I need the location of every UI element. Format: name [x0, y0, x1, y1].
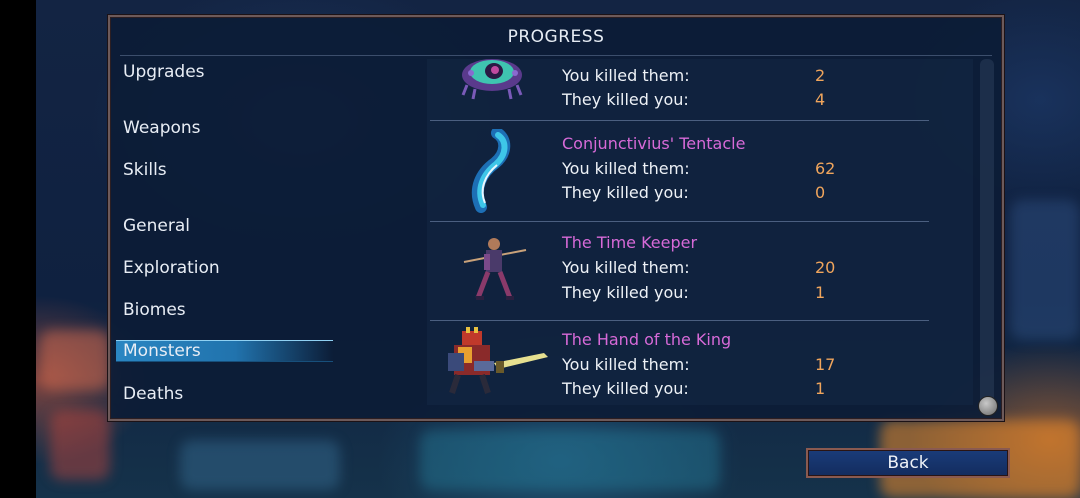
killed-label: You killed them: — [562, 159, 690, 178]
list-item: You killed them: 2 They killed you: 4 — [432, 59, 930, 117]
menu-item-upgrades[interactable]: Upgrades — [122, 62, 205, 82]
died-label: They killed you: — [562, 283, 689, 302]
killed-value: 17 — [815, 355, 836, 374]
title-divider — [120, 55, 992, 56]
menu-item-exploration[interactable]: Exploration — [122, 258, 220, 278]
scrollbar-knob[interactable] — [978, 396, 998, 416]
scrollbar-track[interactable] — [980, 59, 994, 409]
died-value: 1 — [815, 379, 826, 398]
time-keeper-icon — [463, 238, 527, 300]
killed-label: You killed them: — [562, 355, 690, 374]
died-value: 0 — [815, 183, 826, 202]
killed-value: 62 — [815, 159, 836, 178]
monster-list[interactable]: You killed them: 2 They killed you: 4 Co… — [427, 59, 973, 405]
killed-value: 20 — [815, 258, 836, 277]
menu-item-biomes[interactable]: Biomes — [122, 300, 186, 320]
menu-item-deaths[interactable]: Deaths — [122, 384, 183, 404]
list-item: The Hand of the King You killed them: 17… — [432, 321, 930, 405]
menu-item-skills[interactable]: Skills — [122, 160, 167, 180]
killed-label: You killed them: — [562, 66, 690, 85]
killed-value: 2 — [815, 66, 826, 85]
died-value: 1 — [815, 283, 826, 302]
screen-edge-bar — [0, 0, 36, 498]
died-label: They killed you: — [562, 379, 689, 398]
monster-name: The Hand of the King — [562, 330, 732, 349]
tentacle-icon — [471, 129, 511, 213]
list-item: Conjunctivius' Tentacle You killed them:… — [432, 121, 930, 221]
eye-blob-icon — [461, 59, 523, 100]
died-label: They killed you: — [562, 183, 689, 202]
progress-menu: Upgrades Weapons Skills General Explorat… — [116, 57, 333, 417]
died-label: They killed you: — [562, 90, 689, 109]
menu-item-monsters[interactable]: Monsters — [116, 340, 333, 362]
menu-item-weapons[interactable]: Weapons — [122, 118, 201, 138]
monster-name: Conjunctivius' Tentacle — [562, 134, 746, 153]
progress-panel: PROGRESS Upgrades Weapons Skills General… — [108, 15, 1004, 421]
monster-name: The Time Keeper — [562, 233, 698, 252]
hand-of-king-icon — [448, 327, 548, 394]
killed-label: You killed them: — [562, 258, 690, 277]
died-value: 4 — [815, 90, 826, 109]
list-item: The Time Keeper You killed them: 20 They… — [432, 222, 930, 320]
menu-item-general[interactable]: General — [122, 216, 190, 236]
back-button[interactable]: Back — [806, 448, 1010, 478]
panel-title: PROGRESS — [507, 27, 605, 47]
